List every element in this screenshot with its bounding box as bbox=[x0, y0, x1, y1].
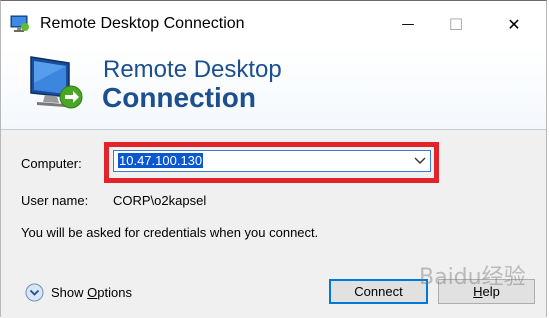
banner-title-line2: Connection bbox=[102, 82, 256, 113]
close-icon: ✕ bbox=[507, 14, 521, 34]
header-banner: Remote Desktop Connection bbox=[1, 47, 546, 129]
minimize-button[interactable]: — bbox=[385, 1, 431, 47]
banner-title-line1: Remote Desktop bbox=[103, 56, 282, 83]
remote-desktop-monitor-icon bbox=[30, 56, 83, 109]
computer-label: Computer: bbox=[21, 156, 82, 171]
window-title: Remote Desktop Connection bbox=[40, 15, 245, 32]
maximize-button[interactable]: ☐ bbox=[433, 1, 479, 47]
minimize-icon: — bbox=[401, 16, 415, 32]
show-options-link[interactable]: Show Options bbox=[51, 285, 132, 300]
show-options-suffix: ptions bbox=[97, 285, 132, 300]
show-options-toggle-icon[interactable] bbox=[25, 283, 44, 302]
show-options-accesskey: O bbox=[87, 285, 98, 300]
watermark: Baidu经验 bbox=[419, 265, 526, 290]
close-button[interactable]: ✕ bbox=[491, 1, 537, 47]
computer-combobox[interactable]: 10.47.100.130 bbox=[113, 150, 431, 172]
connect-button-label: Connect bbox=[354, 284, 403, 299]
connect-button[interactable]: Connect bbox=[329, 279, 428, 304]
computer-value[interactable]: 10.47.100.130 bbox=[118, 153, 204, 168]
credentials-info-text: You will be asked for credentials when y… bbox=[21, 225, 319, 240]
remote-desktop-window: Remote Desktop Connection — ☐ ✕ Remote D… bbox=[0, 0, 547, 318]
username-value: CORP\o2kapsel bbox=[113, 193, 207, 208]
maximize-icon: ☐ bbox=[448, 14, 464, 34]
remote-desktop-app-icon bbox=[10, 15, 29, 32]
username-label: User name: bbox=[21, 193, 89, 208]
title-bar[interactable]: Remote Desktop Connection — ☐ ✕ bbox=[1, 1, 546, 47]
chevron-down-icon[interactable] bbox=[414, 156, 426, 166]
show-options-prefix: Show bbox=[51, 285, 88, 300]
